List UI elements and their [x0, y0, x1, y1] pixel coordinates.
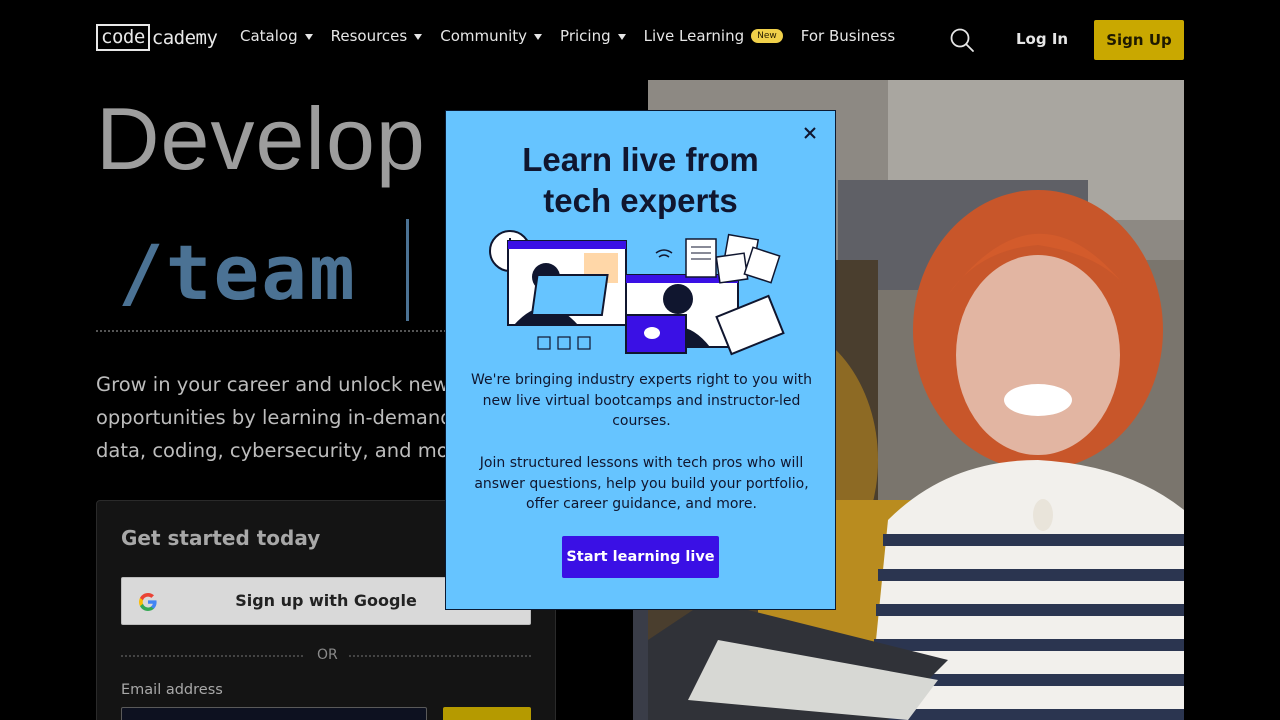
hero-divider: [96, 330, 446, 332]
signup-card-title: Get started today: [121, 526, 321, 550]
or-line-left: [121, 655, 303, 657]
live-learning-illustration: [489, 230, 785, 356]
nav-item-label: For Business: [800, 27, 896, 45]
chevron-down-icon: [617, 33, 626, 40]
nav-item-resources[interactable]: Resources: [331, 27, 423, 45]
email-field[interactable]: [121, 707, 427, 720]
modal-paragraph: We're bringing industry experts right to…: [470, 372, 813, 429]
typing-cursor: [406, 219, 409, 321]
codecademy-logo[interactable]: code cademy: [96, 24, 218, 51]
start-learning-live-button[interactable]: Start learning live: [562, 536, 719, 578]
hero-title: Develop: [96, 89, 426, 188]
photo-side-strip: [633, 610, 649, 720]
or-line-right: [349, 655, 531, 657]
nav-item-for-business[interactable]: For Business: [801, 27, 895, 45]
chevron-down-icon: [534, 33, 543, 40]
new-badge: New: [751, 29, 783, 43]
nav-item-catalog[interactable]: Catalog: [240, 27, 313, 45]
nav-menu: Catalog Resources Community Pricing Live…: [240, 27, 913, 45]
live-learning-modal: Learn live from tech experts We're bring…: [445, 110, 836, 610]
logo-cademy-text: cademy: [151, 26, 218, 49]
hero-description-line: opportunities by learning in-demand: [96, 406, 448, 429]
modal-title-line: tech experts: [543, 182, 738, 219]
modal-title-line: Learn live from: [522, 141, 759, 178]
nav-item-label: Live Learning: [643, 27, 745, 45]
hero-description: Grow in your career and unlock new oppor…: [96, 368, 448, 467]
login-link[interactable]: Log In: [1016, 30, 1068, 48]
or-divider: OR: [121, 647, 531, 663]
signup-button[interactable]: Sign Up: [1094, 20, 1184, 60]
nav-item-live-learning[interactable]: Live Learning New: [644, 27, 783, 45]
hero-description-line: data, coding, cybersecurity, and more: [96, 439, 448, 462]
nav-item-label: Catalog: [240, 27, 298, 45]
nav-item-label: Community: [440, 27, 528, 45]
hero-typed-text: /team: [118, 228, 357, 317]
nav-item-pricing[interactable]: Pricing: [560, 27, 626, 45]
or-text: OR: [317, 647, 338, 663]
nav-item-community[interactable]: Community: [440, 27, 543, 45]
chevron-down-icon: [414, 33, 423, 40]
hero-description-line: Grow in your career and unlock new: [96, 373, 448, 396]
chevron-down-icon: [304, 33, 313, 40]
nav-item-label: Resources: [330, 27, 408, 45]
email-label: Email address: [121, 682, 223, 698]
email-submit-button[interactable]: [443, 707, 531, 720]
search-icon[interactable]: [949, 27, 975, 53]
top-navigation: code cademy Catalog Resources Community …: [0, 0, 1280, 80]
modal-paragraph: Join structured lessons with tech pros w…: [474, 455, 809, 512]
modal-title: Learn live from tech experts: [446, 139, 835, 221]
logo-code-box: code: [96, 24, 150, 51]
nav-item-label: Pricing: [560, 27, 611, 45]
